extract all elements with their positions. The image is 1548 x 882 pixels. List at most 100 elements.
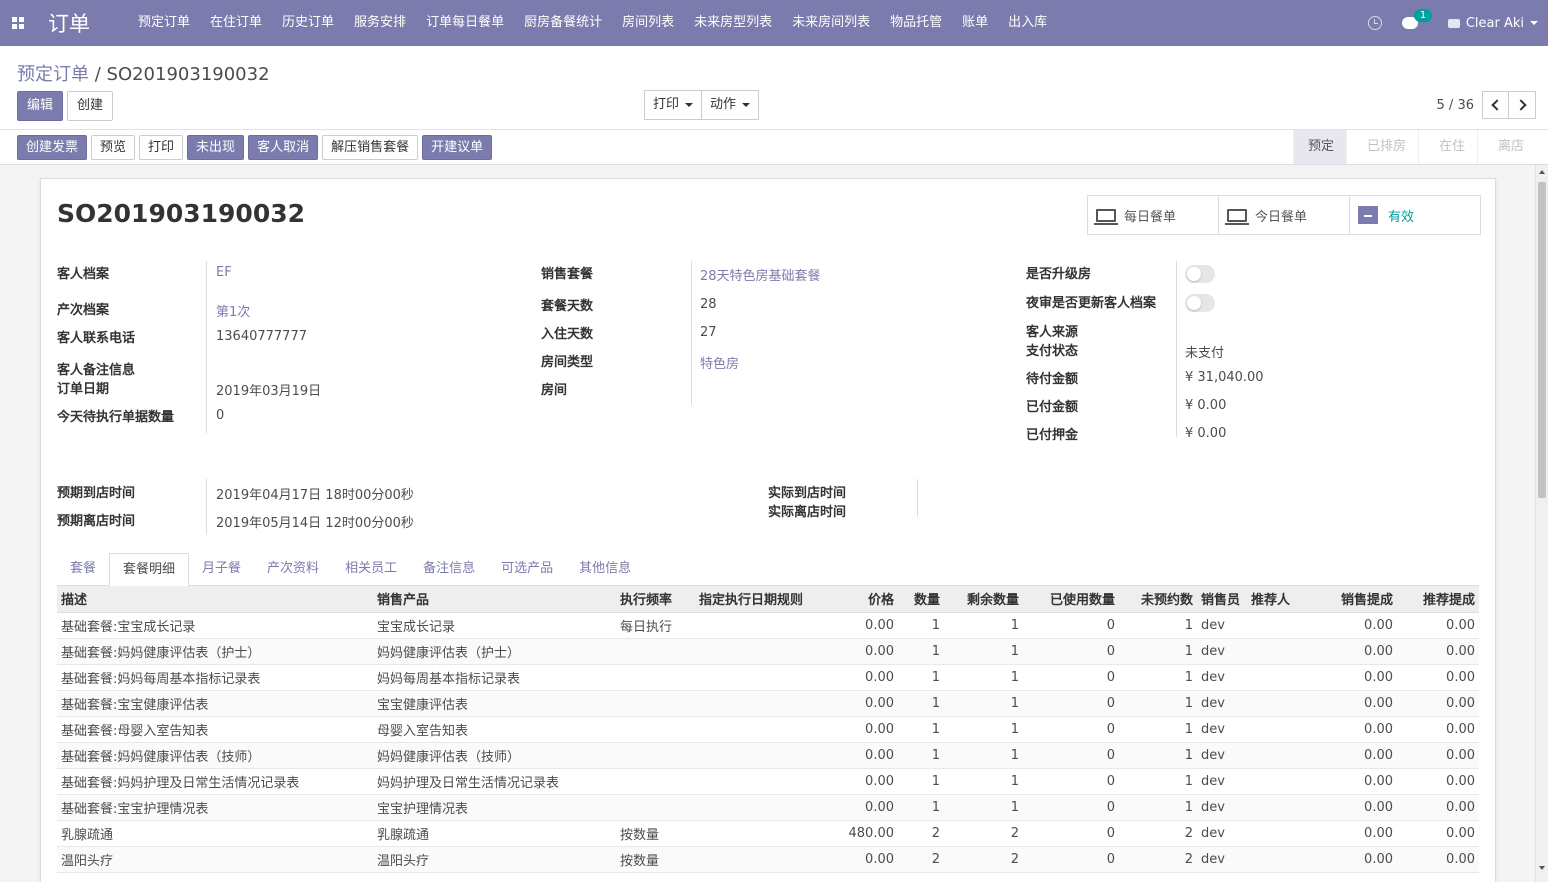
table-row[interactable]: 基础套餐:妈妈健康评估表（护士） 妈妈健康评估表（护士） 0.00 1 1 0 1 dev 0.… [57,638,1479,665]
column-header[interactable]: 销售产品 [373,586,616,613]
table-cell: 0.00 [830,716,898,743]
table-cell: 1 [898,664,944,691]
table-row[interactable]: 基础套餐:母婴入室告知表 母婴入室告知表 0.00 1 1 0 1 dev 0.00 0.00 [57,716,1479,743]
scroll-down-icon[interactable] [1539,866,1545,870]
column-header[interactable]: 描述 [57,586,373,613]
menu-item-bills[interactable]: 账单 [952,0,998,46]
edit-button[interactable]: 编辑 [17,91,64,121]
tab-related-staff[interactable]: 相关员工 [332,553,410,586]
table-body: 基础套餐:宝宝成长记录 宝宝成长记录 每日执行 0.00 1 1 0 1 dev 0.00 0.00… [57,612,1479,873]
column-header[interactable]: 执行频率 [616,586,695,613]
column-header[interactable]: 已使用数量 [1023,586,1119,613]
table-cell [695,768,830,795]
table-cell [1247,742,1317,769]
column-header[interactable]: 销售提成 [1317,586,1397,613]
page-scrollbar[interactable] [1535,165,1548,882]
no-show-button[interactable]: 未出现 [187,135,245,160]
column-header[interactable]: 指定执行日期规则 [695,586,830,613]
unpack-package-button[interactable]: 解压销售套餐 [322,135,419,160]
column-header[interactable]: 推荐人 [1247,586,1317,613]
stage-room-assigned[interactable]: 已排房 [1345,130,1418,164]
today-menu-button[interactable]: 今日餐单 [1219,196,1350,234]
user-menu[interactable]: Clear Aki [1466,16,1524,31]
tab-optional-products[interactable]: 可选产品 [488,553,566,586]
tab-other-info[interactable]: 其他信息 [566,553,644,586]
table-cell: 温阳头疗 [373,846,616,873]
stage-in-house[interactable]: 在住 [1417,130,1477,164]
deposit-paid-value: ¥ 0.00 [1185,426,1227,441]
menu-item-custody[interactable]: 物品托管 [880,0,952,46]
column-header[interactable]: 销售员 [1197,586,1247,613]
stage-checked-out[interactable]: 离店 [1476,130,1536,164]
column-header[interactable]: 推荐提成 [1397,586,1479,613]
room-type-link[interactable]: 特色房 [700,353,739,372]
guest-profile-link[interactable]: EF [216,265,232,280]
breadcrumb-parent[interactable]: 预定订单 [17,64,89,85]
table-cell: dev [1197,742,1247,769]
tab-notes[interactable]: 备注信息 [410,553,488,586]
tab-confinement-meals[interactable]: 月子餐 [189,553,254,586]
table-cell: 0.00 [830,846,898,873]
menu-item-future-room-types[interactable]: 未来房型列表 [684,0,782,46]
stage-reserved[interactable]: 预定 [1292,130,1346,164]
parity-profile-link[interactable]: 第1次 [216,301,250,320]
pager-next-button[interactable] [1509,91,1536,119]
table-cell: 0.00 [1317,794,1397,821]
preview-button[interactable]: 预览 [91,135,136,160]
menu-item-inventory[interactable]: 出入库 [998,0,1057,46]
tab-parity-info[interactable]: 产次资料 [254,553,332,586]
table-cell: 0.00 [1397,690,1479,717]
menu-item-future-rooms[interactable]: 未来房间列表 [782,0,880,46]
menu-item-current-orders[interactable]: 在住订单 [200,0,272,46]
column-header[interactable]: 未预约数 [1119,586,1197,613]
table-row[interactable]: 基础套餐:宝宝成长记录 宝宝成长记录 每日执行 0.00 1 1 0 1 dev 0.00 0.00 [57,612,1479,639]
create-button[interactable]: 创建 [67,91,114,121]
table-cell [616,638,695,665]
menu-item-history-orders[interactable]: 历史订单 [272,0,344,46]
table-cell: 温阳头疗 [57,846,373,873]
table-cell: 0.00 [1397,794,1479,821]
app-brand[interactable]: 订单 [48,8,108,38]
table-row[interactable]: 基础套餐:宝宝健康评估表 宝宝健康评估表 0.00 1 1 0 1 dev 0.00 0.00 [57,690,1479,717]
print-dropdown[interactable]: 打印 [644,90,703,120]
table-row[interactable]: 基础套餐:妈妈护理及日常生活情况记录表 妈妈护理及日常生活情况记录表 0.00 1 1 0… [57,768,1479,795]
table-cell: 0.00 [1317,716,1397,743]
table-row[interactable]: 乳腺疏通 乳腺疏通 按数量 480.00 2 2 0 2 dev 0.00 0.00 [57,820,1479,847]
create-invoice-button[interactable]: 创建发票 [17,135,88,160]
scroll-thumb[interactable] [1538,182,1546,498]
tab-package[interactable]: 套餐 [57,553,109,586]
apps-menu-icon[interactable] [0,0,36,46]
activity-clock-icon[interactable] [1367,16,1382,30]
night-audit-toggle[interactable] [1185,294,1215,312]
room-upgrade-toggle[interactable] [1185,265,1215,283]
daily-menu-button[interactable]: 每日餐单 [1088,196,1219,234]
pager-value[interactable]: 5 / 36 [1437,98,1474,113]
chevron-down-icon[interactable] [1530,21,1538,25]
chevron-down-icon [685,103,694,107]
menu-item-room-list[interactable]: 房间列表 [612,0,684,46]
table-row[interactable]: 温阳头疗 温阳头疗 按数量 0.00 2 2 0 2 dev 0.00 0.00 [57,846,1479,873]
menu-item-service-schedule[interactable]: 服务安排 [344,0,416,46]
table-row[interactable]: 基础套餐:宝宝护理情况表 宝宝护理情况表 0.00 1 1 0 1 dev 0.00 0.00 [57,794,1479,821]
tab-package-details[interactable]: 套餐明细 [109,553,190,587]
column-header[interactable]: 剩余数量 [944,586,1023,613]
menu-item-reservation-orders[interactable]: 预定订单 [128,0,200,46]
pager-previous-button[interactable] [1482,91,1509,119]
action-dropdown[interactable]: 动作 [702,90,760,120]
sales-package-link[interactable]: 28天特色房基础套餐 [700,265,821,284]
scroll-up-icon[interactable] [1539,170,1545,174]
menu-item-daily-menu[interactable]: 订单每日餐单 [416,0,514,46]
chat-icon[interactable]: 1 [1401,9,1433,29]
table-cell: 0 [1023,794,1119,821]
active-toggle-button[interactable]: 有效 [1350,196,1480,234]
amount-paid-value: ¥ 0.00 [1185,398,1227,413]
table-row[interactable]: 基础套餐:妈妈每周基本指标记录表 妈妈每周基本指标记录表 0.00 1 1 0 1 dev 0.… [57,664,1479,691]
menu-item-kitchen-stats[interactable]: 厨房备餐统计 [514,0,612,46]
table-row[interactable]: 基础套餐:妈妈健康评估表（技师） 妈妈健康评估表（技师） 0.00 1 1 0 1 dev 0.… [57,742,1479,769]
guest-cancel-button[interactable]: 客人取消 [248,135,319,160]
column-header[interactable]: 数量 [898,586,944,613]
column-header[interactable]: 价格 [830,586,898,613]
create-suggestion-button[interactable]: 开建议单 [422,135,493,160]
print-button[interactable]: 打印 [139,135,184,160]
table-cell: 0.00 [830,638,898,665]
